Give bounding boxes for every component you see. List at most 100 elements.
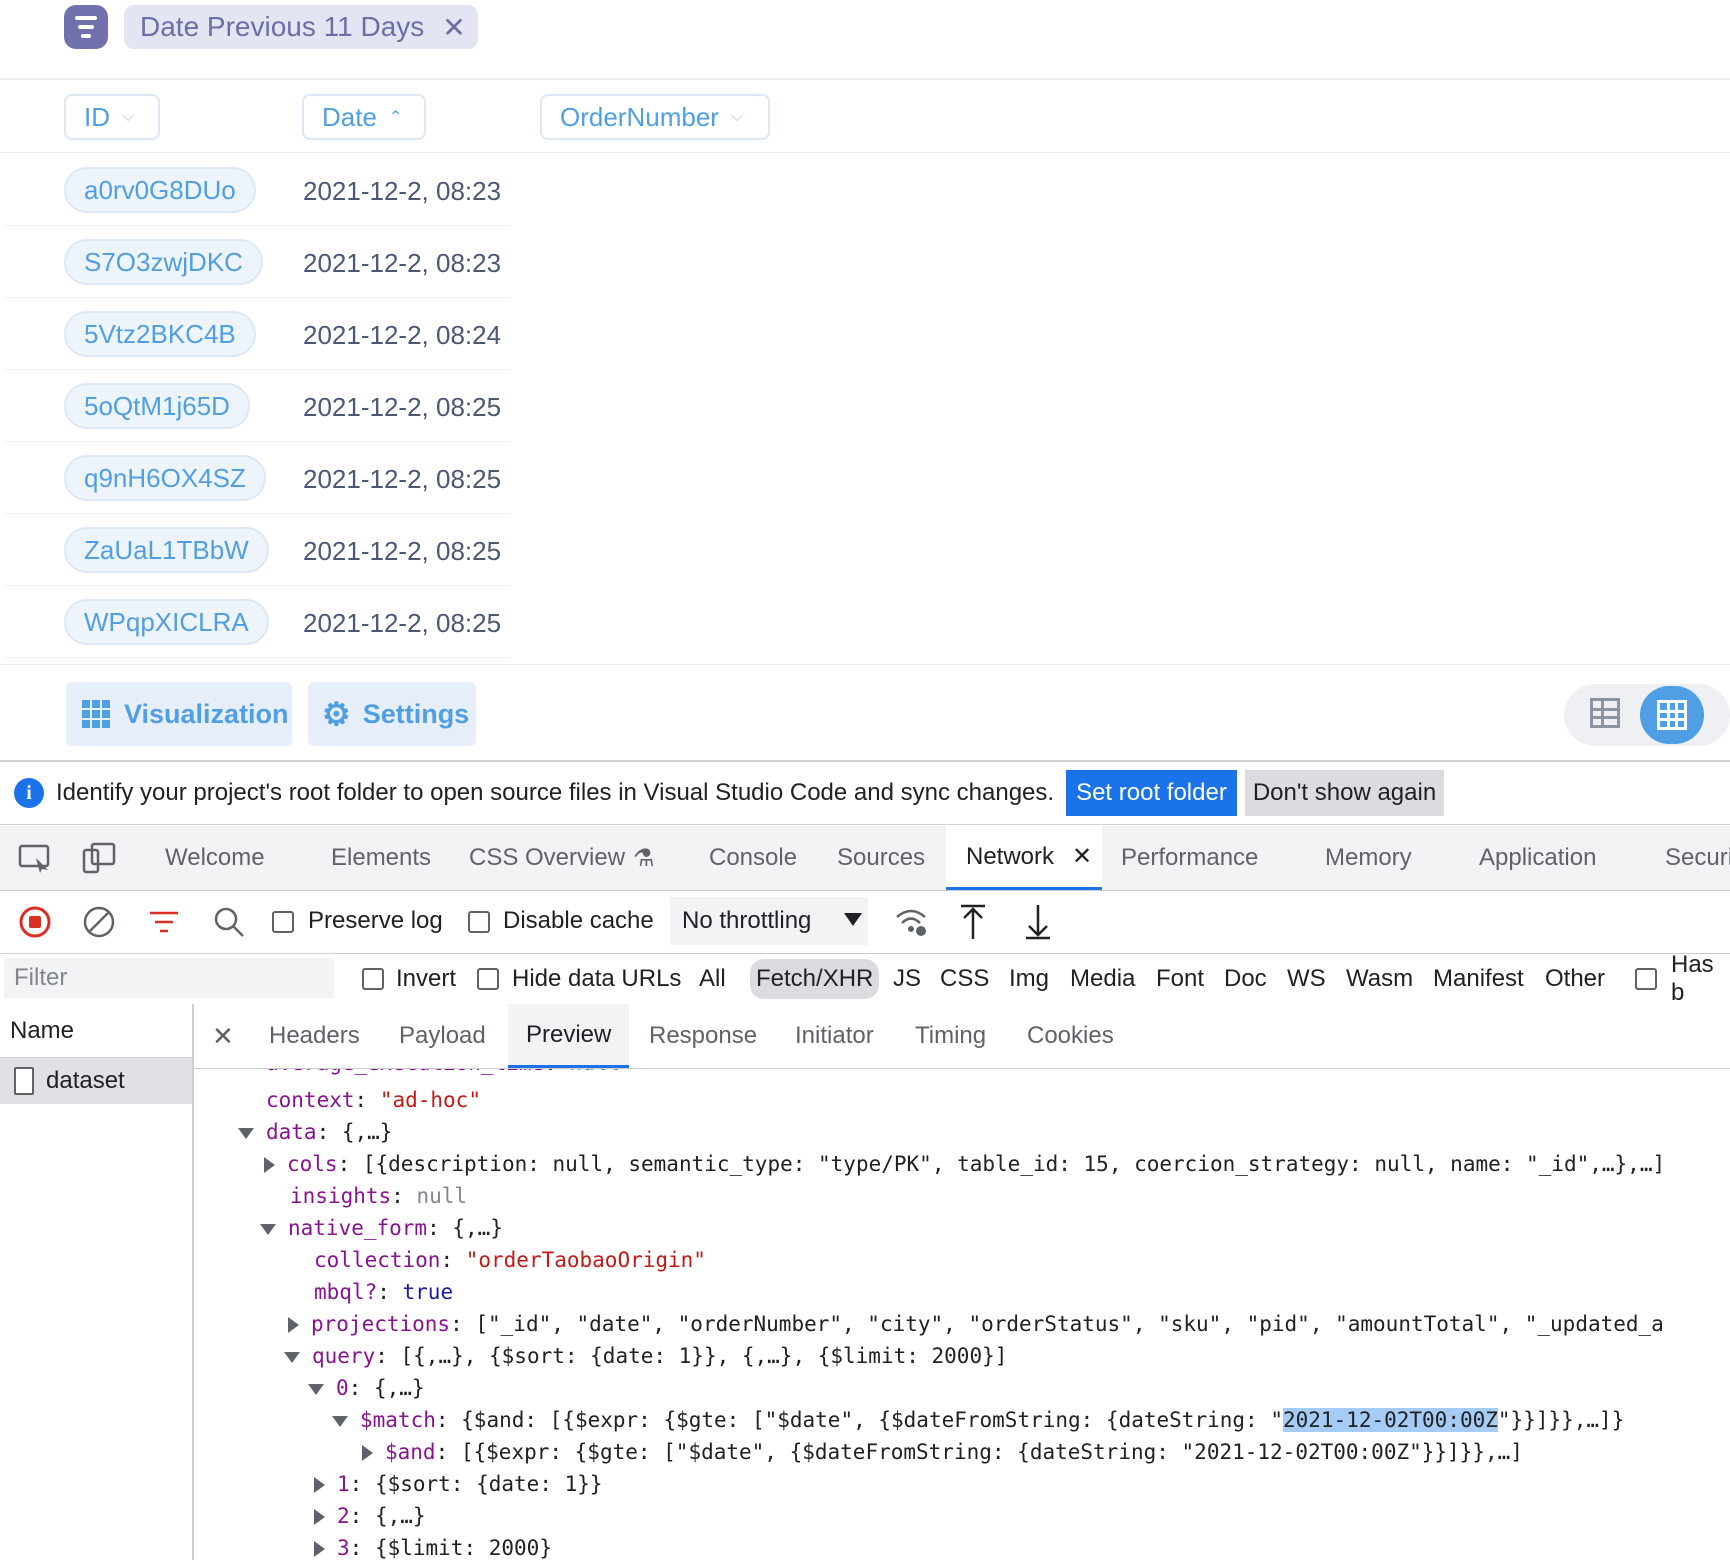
filter-type-ws[interactable]: WS <box>1287 954 1326 1004</box>
expanded-arrow-icon <box>308 1383 324 1395</box>
tab-preview[interactable]: Preview <box>508 1004 630 1068</box>
grid-icon <box>82 700 110 728</box>
tab-css-overview[interactable]: CSS Overview ⚗ <box>469 826 655 890</box>
close-icon[interactable]: ✕ <box>1072 842 1092 871</box>
tab-welcome[interactable]: Welcome <box>165 826 265 890</box>
hide-data-urls-checkbox[interactable] <box>477 968 499 990</box>
table-view-icon[interactable] <box>1590 698 1620 728</box>
expanded-arrow-icon <box>332 1415 348 1427</box>
filter-type-manifest[interactable]: Manifest <box>1433 954 1524 1004</box>
tab-response[interactable]: Response <box>649 1004 757 1068</box>
filter-type-js[interactable]: JS <box>893 954 921 1004</box>
tree-line-query-0[interactable]: 0: {,…} <box>308 1372 425 1404</box>
row-divider <box>4 369 510 370</box>
preserve-log-label: Preserve log <box>308 907 443 934</box>
tree-line-native-form[interactable]: native_form: {,…} <box>260 1212 503 1244</box>
record-stop-icon[interactable] <box>18 905 52 939</box>
filter-type-media[interactable]: Media <box>1070 954 1135 1004</box>
tab-timing[interactable]: Timing <box>915 1004 986 1068</box>
tab-network[interactable]: Network ✕ <box>946 826 1102 890</box>
filter-type-wasm[interactable]: Wasm <box>1346 954 1413 1004</box>
remove-filter-icon[interactable]: ✕ <box>442 11 465 44</box>
grid-icon <box>1657 700 1687 730</box>
filter-pill[interactable]: Date Previous 11 Days ✕ <box>124 5 478 49</box>
has-blocked-cookies-checkbox[interactable] <box>1635 968 1657 990</box>
close-icon[interactable]: ✕ <box>212 1004 234 1068</box>
filter-type-all[interactable]: All <box>699 954 726 1004</box>
tree-line-cols[interactable]: cols: [{description: null, semantic_type… <box>264 1148 1665 1180</box>
column-header-label: Date <box>322 101 377 132</box>
disable-cache-checkbox[interactable] <box>468 911 490 933</box>
tree-line-data[interactable]: data: {,…} <box>238 1116 392 1148</box>
filter-icon[interactable] <box>148 907 180 937</box>
filter-type-doc[interactable]: Doc <box>1224 954 1267 1004</box>
preserve-log-checkbox[interactable] <box>272 911 294 933</box>
dont-show-again-button[interactable]: Don't show again <box>1244 770 1445 816</box>
chevron-down-icon: ⌵ <box>122 108 135 125</box>
tab-security[interactable]: Securi <box>1665 826 1730 890</box>
visualization-view-toggle[interactable] <box>1640 686 1704 744</box>
column-header-ordernumber[interactable]: OrderNumber ⌵ <box>540 94 770 140</box>
throttling-select[interactable]: No throttling <box>670 897 868 945</box>
date-cell: 2021-12-2, 08:25 <box>303 464 502 494</box>
tree-line-query[interactable]: query: [{,…}, {$sort: {date: 1}}, {,…}, … <box>284 1340 1007 1372</box>
tab-headers[interactable]: Headers <box>269 1004 360 1068</box>
tab-elements[interactable]: Elements <box>331 826 431 890</box>
tab-application[interactable]: Application <box>1479 826 1596 890</box>
preview-tree: average_execution_time: null context: "a… <box>196 1069 1730 1560</box>
id-pill[interactable]: q9nH6OX4SZ <box>64 455 266 501</box>
id-pill[interactable]: 5Vtz2BKC4B <box>64 311 256 357</box>
visualization-button[interactable]: Visualization <box>66 682 292 746</box>
collapsed-arrow-icon <box>314 1477 325 1493</box>
filter-input[interactable]: Filter <box>4 958 334 998</box>
filter-type-css[interactable]: CSS <box>940 954 989 1004</box>
clear-icon[interactable] <box>82 905 116 939</box>
tree-line-query-2[interactable]: 2: {,…} <box>314 1500 426 1532</box>
column-header-date[interactable]: Date ⌃ <box>302 94 426 140</box>
tab-memory[interactable]: Memory <box>1325 826 1412 890</box>
filter-type-other[interactable]: Other <box>1545 954 1605 1004</box>
filter-type-font[interactable]: Font <box>1156 954 1204 1004</box>
tree-line-and[interactable]: $and: [{$expr: {$gte: ["$date", {$dateFr… <box>362 1436 1523 1468</box>
invert-checkbox[interactable] <box>362 968 384 990</box>
tab-initiator[interactable]: Initiator <box>795 1004 874 1068</box>
tree-line-match[interactable]: $match: {$and: [{$expr: {$gte: ["$date",… <box>332 1404 1624 1436</box>
search-icon[interactable] <box>212 905 246 939</box>
flask-icon: ⚗ <box>633 844 655 872</box>
id-pill[interactable]: WPqpXICLRA <box>64 599 269 645</box>
filter-icon[interactable] <box>64 5 108 49</box>
invert-label: Invert <box>396 965 457 992</box>
tree-line-projections[interactable]: projections: ["_id", "date", "orderNumbe… <box>288 1308 1664 1340</box>
filter-type-img[interactable]: Img <box>1009 954 1049 1004</box>
id-pill[interactable]: S7O3zwjDKC <box>64 239 263 285</box>
filter-type-fetch-xhr[interactable]: Fetch/XHR <box>750 959 880 999</box>
disable-cache-label: Disable cache <box>503 907 654 934</box>
inspect-element-icon[interactable] <box>18 844 52 874</box>
tab-cookies[interactable]: Cookies <box>1027 1004 1114 1068</box>
collapsed-arrow-icon <box>362 1445 373 1461</box>
id-pill[interactable]: 5oQtM1j65D <box>64 383 250 429</box>
tab-performance[interactable]: Performance <box>1121 826 1258 890</box>
column-header-label: OrderNumber <box>560 101 719 132</box>
row-divider <box>4 585 510 586</box>
request-row[interactable]: dataset <box>0 1058 192 1104</box>
name-column-header[interactable]: Name <box>0 1004 192 1058</box>
tab-sources[interactable]: Sources <box>837 826 925 890</box>
selected-text: 2021-12-02T00:00Z <box>1282 1408 1498 1432</box>
tree-line-query-1[interactable]: 1: {$sort: {date: 1}} <box>314 1468 603 1500</box>
id-pill[interactable]: a0rv0G8DUo <box>64 167 256 213</box>
settings-button[interactable]: ⚙ Settings <box>308 682 476 746</box>
tree-line-query-3[interactable]: 3: {$limit: 2000} <box>314 1532 552 1560</box>
id-pill[interactable]: ZaUaL1TBbW <box>64 527 269 573</box>
tab-payload[interactable]: Payload <box>399 1004 486 1068</box>
import-har-icon[interactable] <box>958 903 988 941</box>
tab-console[interactable]: Console <box>709 826 797 890</box>
network-conditions-icon[interactable] <box>893 905 929 939</box>
device-toolbar-icon[interactable] <box>82 842 116 876</box>
network-filterbar: Filter Invert Hide data URLs All Fetch/X… <box>0 951 1730 1006</box>
set-root-folder-button[interactable]: Set root folder <box>1066 770 1237 816</box>
expanded-arrow-icon <box>284 1351 300 1363</box>
divider <box>0 664 1730 665</box>
export-har-icon[interactable] <box>1023 903 1053 941</box>
column-header-id[interactable]: ID ⌵ <box>64 94 160 140</box>
